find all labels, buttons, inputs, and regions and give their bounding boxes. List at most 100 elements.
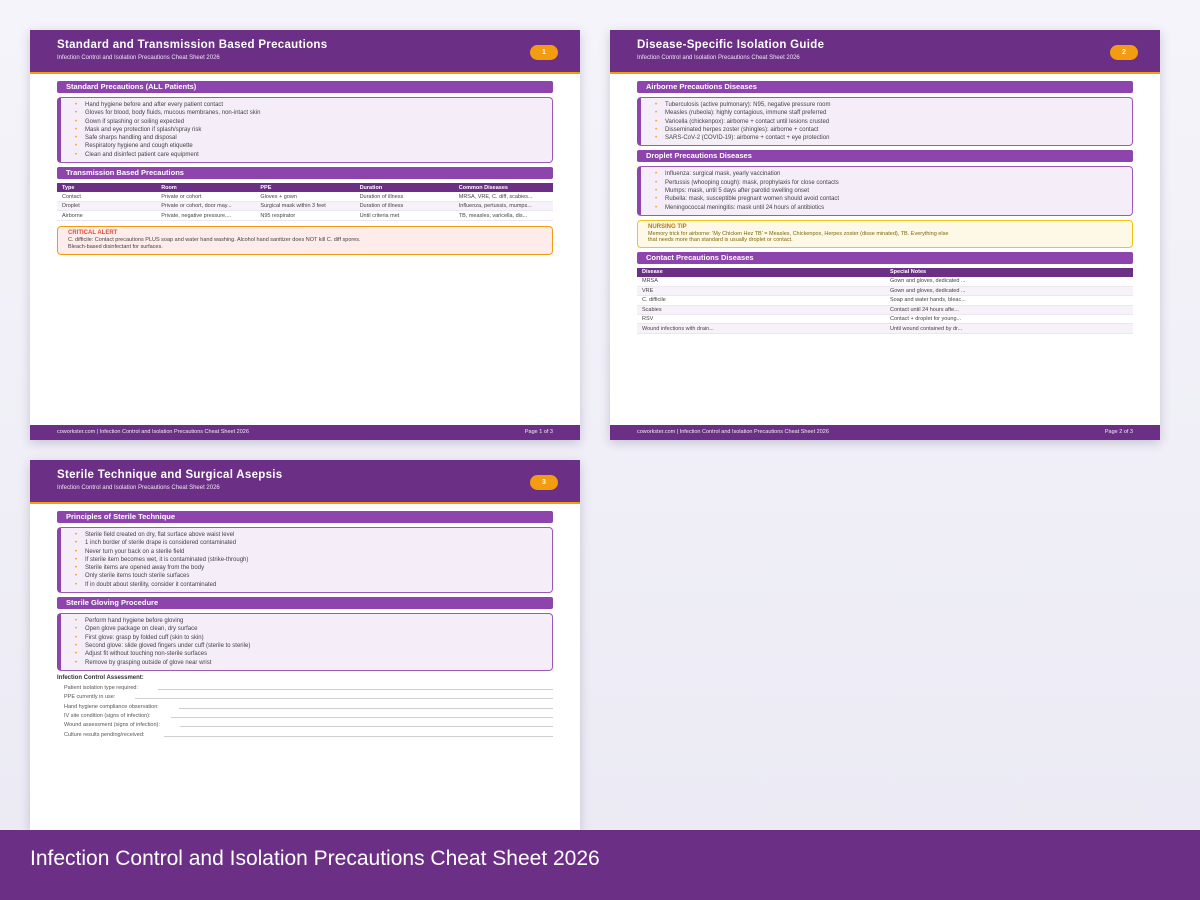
- list-item: Disseminated herpes zoster (shingles): a…: [655, 126, 1124, 135]
- sterile-gloving-list: Perform hand hygiene before gloving Open…: [75, 617, 544, 667]
- alert-text: C. difficile: Contact precautions PLUS s…: [68, 236, 361, 250]
- table-row: Scabies Contact until 24 hours afte...: [637, 305, 1133, 316]
- sterile-principles-box: Sterile field created on dry, flat surfa…: [57, 527, 553, 594]
- column-header: PPE: [255, 183, 355, 193]
- assessment-field-label: Patient isolation type required:: [64, 685, 138, 692]
- page-body: Standard Precautions (ALL Patients) Hand…: [30, 74, 580, 255]
- table-cell: Influenza, pertussis, mumps...: [453, 201, 553, 212]
- section-heading-transmission: Transmission Based Precautions: [57, 167, 553, 180]
- table-cell: Contact + droplet for young...: [885, 314, 1133, 325]
- table-header-row: Disease Special Notes: [637, 267, 1133, 277]
- table-cell: Contact: [57, 192, 157, 202]
- list-item: Remove by grasping outside of glove near…: [75, 659, 544, 668]
- airborne-diseases-box: Tuberculosis (active pulmonary): N95, ne…: [637, 97, 1133, 147]
- assessment-field[interactable]: IV site condition (signs of infection):: [57, 710, 553, 719]
- alert-title: CRITICAL ALERT: [68, 229, 118, 236]
- list-item: Safe sharps handling and disposal: [75, 134, 544, 143]
- standard-precautions-list: Hand hygiene before and after every pati…: [75, 101, 544, 159]
- list-item: Mumps: mask, until 5 days after parotid …: [655, 187, 1124, 196]
- table-cell: Until criteria met: [354, 210, 454, 221]
- list-item: Tuberculosis (active pulmonary): N95, ne…: [655, 101, 1124, 110]
- droplet-diseases-box: Influenza: surgical mask, yearly vaccina…: [637, 166, 1133, 216]
- table-row: Airborne Private, negative pressure,... …: [57, 210, 553, 221]
- table-cell: C. difficile: [637, 295, 885, 306]
- list-item: Pertussis (whooping cough): mask, prophy…: [655, 179, 1124, 188]
- table-cell: Duration of illness: [354, 201, 454, 212]
- tip-title: NURSING TIP: [648, 223, 687, 230]
- assessment-field[interactable]: PPE currently in use:: [57, 691, 553, 700]
- assessment-fill-line[interactable]: [158, 689, 553, 691]
- page-subtitle: Infection Control and Isolation Precauti…: [57, 485, 220, 491]
- tip-text: Memory trick for airborne: 'My Chicken H…: [648, 230, 949, 244]
- list-item: If sterile item becomes wet, it is conta…: [75, 556, 544, 565]
- list-item: Mask and eye protection if splash/spray …: [75, 126, 544, 135]
- list-item: Sterile field created on dry, flat surfa…: [75, 531, 544, 540]
- column-header: Common Diseases: [453, 183, 553, 193]
- table-header-row: Type Room PPE Duration Common Diseases: [57, 183, 553, 193]
- list-item: Perform hand hygiene before gloving: [75, 617, 544, 626]
- list-item: Second glove: slide gloved fingers under…: [75, 642, 544, 651]
- contact-precautions-table: Disease Special Notes MRSA Gown and glov…: [637, 267, 1133, 334]
- airborne-diseases-list: Tuberculosis (active pulmonary): N95, ne…: [655, 101, 1124, 143]
- transmission-precautions-table: Type Room PPE Duration Common Diseases C…: [57, 183, 553, 221]
- list-item: Rubella: mask, susceptible pregnant wome…: [655, 195, 1124, 204]
- section-heading-standard-precautions: Standard Precautions (ALL Patients): [57, 81, 553, 93]
- table-row: MRSA Gown and gloves, dedicated ...: [637, 276, 1133, 287]
- page-subtitle: Infection Control and Isolation Precauti…: [637, 55, 800, 61]
- list-item: Meningococcal meningitis: mask until 24 …: [655, 204, 1124, 213]
- table-cell: Gown and gloves, dedicated ...: [885, 286, 1133, 297]
- assessment-fill-line[interactable]: [170, 717, 553, 719]
- table-cell: Surgical mask within 3 feet: [255, 201, 355, 212]
- table-cell: Droplet: [57, 201, 157, 212]
- assessment-field[interactable]: Wound assessment (signs of infection):: [57, 719, 553, 728]
- list-item: Influenza: surgical mask, yearly vaccina…: [655, 170, 1124, 179]
- page-body: Principles of Sterile Technique Sterile …: [30, 504, 580, 738]
- list-item: Respiratory hygiene and cough etiquette: [75, 142, 544, 151]
- list-item: SARS-CoV-2 (COVID-19): airborne + contac…: [655, 134, 1124, 143]
- page-title: Standard and Transmission Based Precauti…: [57, 39, 328, 51]
- assessment-fill-line[interactable]: [164, 735, 553, 737]
- page-header: Disease-Specific Isolation Guide Infecti…: [610, 30, 1160, 74]
- assessment-field-label: IV site condition (signs of infection):: [64, 713, 151, 720]
- page-number-badge: 3: [530, 475, 558, 490]
- table-row: Contact Private or cohort Gloves + gown …: [57, 192, 553, 202]
- column-header: Type: [57, 183, 157, 193]
- assessment-fill-line[interactable]: [135, 698, 553, 700]
- assessment-field-label: PPE currently in use:: [64, 694, 116, 701]
- list-item: Only sterile items touch sterile surface…: [75, 572, 544, 581]
- footer-source: coworkster.com | Infection Control and I…: [637, 429, 829, 435]
- list-item: Clean and disinfect patient care equipme…: [75, 151, 544, 160]
- table-cell: VRE: [637, 286, 885, 297]
- list-item: Sterile items are opened away from the b…: [75, 564, 544, 573]
- droplet-diseases-list: Influenza: surgical mask, yearly vaccina…: [655, 170, 1124, 213]
- list-item: Hand hygiene before and after every pati…: [75, 101, 544, 110]
- list-item: Adjust fit without touching non-sterile …: [75, 650, 544, 659]
- page-subtitle: Infection Control and Isolation Precauti…: [57, 55, 220, 61]
- table-cell: Airborne: [57, 210, 157, 221]
- page-header: Standard and Transmission Based Precauti…: [30, 30, 580, 74]
- table-cell: MRSA, VRE, C. diff, scabies...: [453, 192, 553, 202]
- section-heading-sterile-principles: Principles of Sterile Technique: [57, 511, 553, 523]
- assessment-field[interactable]: Culture results pending/received:: [57, 728, 553, 738]
- assessment-field[interactable]: Patient isolation type required:: [57, 682, 553, 691]
- cheat-sheet-page-2: Disease-Specific Isolation Guide Infecti…: [610, 30, 1160, 440]
- footer-page-number: Page 2 of 3: [1104, 429, 1133, 435]
- list-item: Gloves for blood, body fluids, mucous me…: [75, 109, 544, 118]
- list-item: If in doubt about sterility, consider it…: [75, 581, 544, 590]
- table-cell: Private or cohort: [156, 192, 256, 202]
- page-number-badge: 2: [1110, 45, 1138, 60]
- assessment-field[interactable]: Hand hygiene compliance observation:: [57, 700, 553, 710]
- table-cell: Scabies: [637, 305, 885, 316]
- section-heading-contact: Contact Precautions Diseases: [637, 251, 1133, 264]
- page-number-badge: 1: [530, 45, 558, 60]
- assessment-fill-line[interactable]: [178, 707, 553, 709]
- assessment-fill-line[interactable]: [179, 726, 553, 728]
- footer-page-number: Page 1 of 3: [524, 429, 553, 435]
- sterile-principles-list: Sterile field created on dry, flat surfa…: [75, 531, 544, 589]
- section-heading-airborne: Airborne Precautions Diseases: [637, 81, 1133, 93]
- standard-precautions-box: Hand hygiene before and after every pati…: [57, 97, 553, 164]
- column-header: Room: [156, 183, 256, 193]
- footer-source: coworkster.com | Infection Control and I…: [57, 429, 249, 435]
- page-title: Disease-Specific Isolation Guide: [637, 39, 825, 51]
- page-footer: coworkster.com | Infection Control and I…: [30, 425, 580, 440]
